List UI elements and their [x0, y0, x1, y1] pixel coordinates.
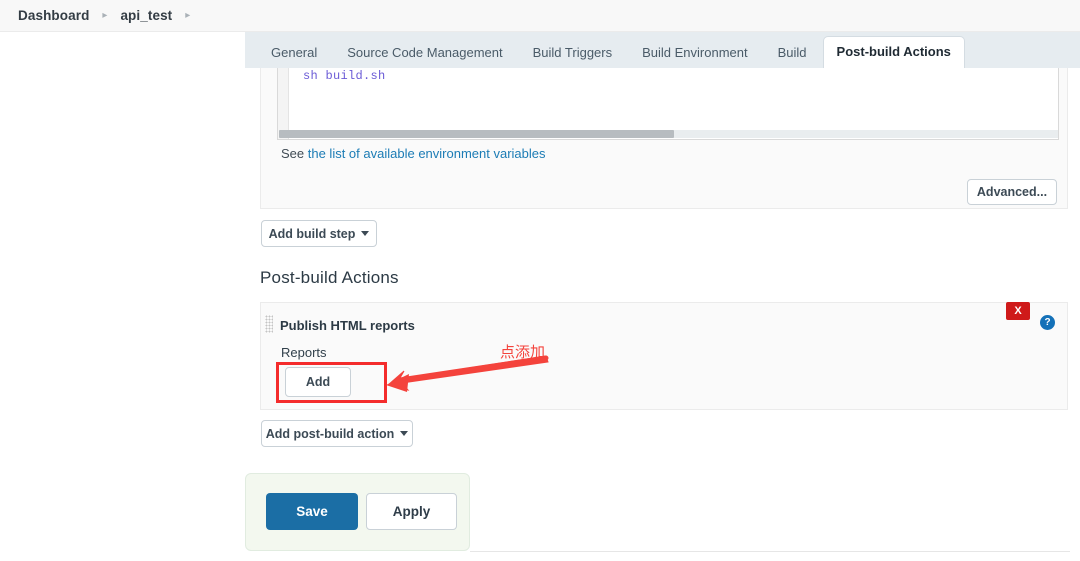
environment-variables-link[interactable]: the list of available environment variab… — [308, 146, 546, 161]
tab-source-code-management[interactable]: Source Code Management — [333, 37, 516, 68]
tab-build-triggers[interactable]: Build Triggers — [519, 37, 626, 68]
post-build-actions-heading: Post-build Actions — [260, 268, 399, 288]
apply-button[interactable]: Apply — [366, 493, 457, 530]
shell-script-value: sh build.sh — [303, 69, 386, 83]
editor-gutter — [278, 68, 289, 139]
drag-handle-icon[interactable] — [265, 315, 273, 333]
chevron-down-icon — [400, 431, 408, 436]
env-hint-prefix: See — [281, 146, 308, 161]
config-tab-strip: General Source Code Management Build Tri… — [245, 32, 1080, 68]
tab-post-build-actions[interactable]: Post-build Actions — [823, 36, 965, 68]
scrollbar-thumb[interactable] — [279, 130, 674, 138]
add-post-build-action-label: Add post-build action — [266, 427, 394, 441]
add-post-build-action-button[interactable]: Add post-build action — [261, 420, 413, 447]
breadcrumb-separator-icon: ▸ — [185, 11, 190, 21]
tab-build-environment[interactable]: Build Environment — [628, 37, 762, 68]
tab-build[interactable]: Build — [764, 37, 821, 68]
add-report-button[interactable]: Add — [285, 367, 351, 397]
add-build-step-label: Add build step — [269, 227, 356, 241]
breadcrumb: Dashboard ▸ api_test ▸ — [0, 0, 1080, 32]
breadcrumb-separator-icon: ▸ — [102, 11, 107, 21]
publish-html-reports-title: Publish HTML reports — [280, 318, 415, 333]
chevron-down-icon — [361, 231, 369, 236]
environment-variables-hint: See the list of available environment va… — [281, 146, 546, 161]
add-build-step-button[interactable]: Add build step — [261, 220, 377, 247]
save-button[interactable]: Save — [266, 493, 358, 530]
editor-horizontal-scrollbar[interactable] — [279, 130, 1059, 138]
help-icon[interactable]: ? — [1040, 315, 1055, 330]
bottom-divider — [470, 551, 1070, 552]
delete-post-build-action-button[interactable]: X — [1006, 302, 1030, 320]
breadcrumb-item-api-test[interactable]: api_test — [120, 8, 172, 23]
shell-script-editor[interactable]: sh build.sh — [277, 68, 1059, 140]
breadcrumb-item-dashboard[interactable]: Dashboard — [18, 8, 89, 23]
reports-field-label: Reports — [281, 345, 327, 360]
advanced-button[interactable]: Advanced... — [967, 179, 1057, 205]
tab-general[interactable]: General — [257, 37, 331, 68]
